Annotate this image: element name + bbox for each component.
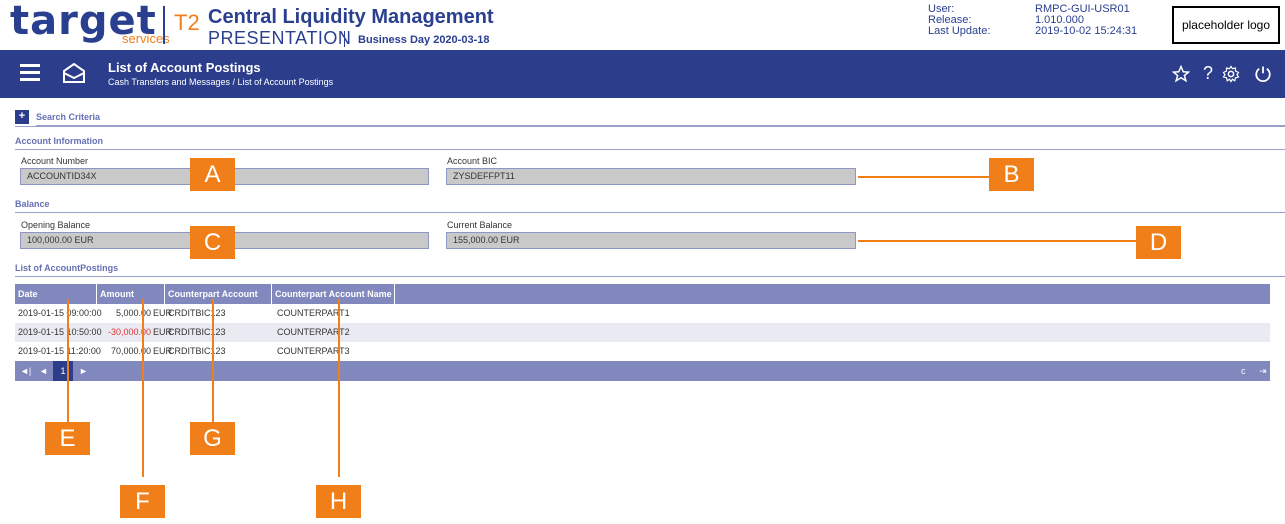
callout-line-g [212,299,214,423]
refresh-icon[interactable]: c [1241,361,1246,381]
callout-d: D [1136,226,1181,259]
postings-header: List of AccountPostings [15,263,1285,277]
breadcrumb[interactable]: Cash Transfers and Messages / List of Ac… [108,77,333,87]
table-row[interactable]: 2019-01-15 09:00:00 5,000.00 EUR CRDITBI… [15,304,1270,323]
logo-divider [163,6,165,44]
meta-values: RMPC-GUI-USR01 1.010.000 2019-10-02 15:2… [1035,4,1137,37]
export-icon[interactable]: ⇥ [1259,361,1267,381]
menu-icon[interactable] [20,64,40,84]
search-criteria-header[interactable]: Search Criteria [36,112,1285,126]
help-icon[interactable]: ? [1203,63,1213,84]
meta-labels: User: Release: Last Update: [928,4,990,37]
table-row[interactable]: 2019-01-15 11:20:00 70,000.00 EUR CRDITB… [15,342,1270,361]
table-row[interactable]: 2019-01-15 10:50:00 -30,000.00 EUR CRDIT… [15,323,1270,342]
last-update-value: 2019-10-02 15:24:31 [1035,25,1138,37]
account-bic-field[interactable]: ZYSDEFFPT11 [446,168,856,185]
column-amount[interactable]: Amount [97,284,165,304]
table-pager: ◄| ◄ 1 ► c ⇥ [15,361,1270,381]
cell-date: 2019-01-15 10:50:00 [18,327,102,337]
star-icon[interactable] [1172,65,1190,83]
environment-divider [344,31,345,47]
callout-f: F [120,485,165,518]
account-information-header: Account Information [15,136,1285,150]
next-page-button[interactable]: ► [79,361,88,381]
expand-search-button[interactable]: + [15,110,29,124]
prev-page-button[interactable]: ◄ [39,361,48,381]
column-counterpart-name[interactable]: Counterpart Account Name [272,284,395,304]
first-page-button[interactable]: ◄| [20,361,31,381]
callout-c: C [190,226,235,259]
postings-table: Date Amount Counterpart Account BIC Coun… [15,284,1270,381]
callout-line-d [858,240,1138,242]
search-divider [15,126,1285,127]
cell-date: 2019-01-15 11:20:00 [18,346,101,356]
current-balance-field[interactable]: 155,000.00 EUR [446,232,856,249]
callout-b: B [989,158,1034,191]
cell-bic: CRDITBIC123 [168,346,226,356]
callout-h: H [316,485,361,518]
app-header: target services T2 Central Liquidity Man… [0,0,1285,50]
placeholder-logo: placeholder logo [1172,6,1280,44]
callout-line-e [67,299,69,423]
callout-a: A [190,158,235,191]
navigation-bar: List of Account Postings Cash Transfers … [0,50,1285,98]
callout-g: G [190,422,235,455]
settings-icon[interactable] [1222,65,1240,83]
balance-header: Balance [15,199,1285,213]
current-balance-label: Current Balance [447,220,513,230]
opening-balance-label: Opening Balance [21,220,91,230]
envelope-icon[interactable] [62,62,86,84]
column-date[interactable]: Date [15,284,97,304]
t2-logo: T2 [174,10,200,35]
last-update-label: Last Update: [928,25,991,37]
callout-line-h [338,299,340,477]
table-header: Date Amount Counterpart Account BIC Coun… [15,284,1270,319]
cell-bic: CRDITBIC123 [168,327,226,337]
cell-bic: CRDITBIC123 [168,308,226,318]
column-counterpart-bic[interactable]: Counterpart Account BIC [165,284,272,319]
callout-line-f [142,299,144,477]
current-page[interactable]: 1 [53,361,73,381]
account-number-label: Account Number [21,156,89,166]
callout-e: E [45,422,90,455]
app-title: Central Liquidity Management [208,6,494,28]
callout-line-b [858,176,990,178]
business-day: Business Day 2020-03-18 [358,34,490,46]
cell-date: 2019-01-15 09:00:00 [18,308,102,318]
account-bic-label: Account BIC [447,156,498,166]
environment-label: PRESENTATION [208,28,352,48]
power-icon[interactable] [1254,65,1272,83]
page-title: List of Account Postings [108,60,261,75]
